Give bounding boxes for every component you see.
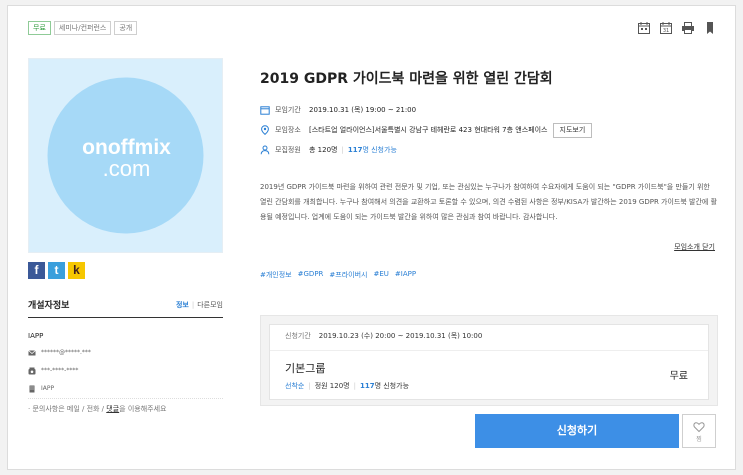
heart-icon (693, 422, 705, 433)
group-name: 기본그룹 (285, 362, 326, 375)
host-email: ******@*****.*** (41, 349, 91, 356)
host-info-link[interactable]: 정보 (176, 301, 189, 309)
event-period-label: 모임기간 (275, 106, 301, 114)
event-capacity-total: 총 120명 (309, 146, 338, 154)
registration-group-card[interactable]: 신청기간 2019.10.23 (수) 20:00 ~ 2019.10.31 (목… (269, 324, 709, 400)
host-divider (28, 398, 223, 399)
print-icon[interactable] (681, 21, 695, 35)
calendar-icon[interactable] (637, 21, 651, 35)
calendar-icon (260, 105, 270, 115)
event-capacity-label: 모집정원 (275, 146, 301, 154)
host-phone-row: ***-****-**** (28, 365, 223, 376)
twitter-share-button[interactable]: t (48, 262, 65, 279)
like-label: 찜 (696, 436, 702, 443)
poster-logo: onoffmix .com (29, 136, 224, 181)
host-phone: ***-****-**** (41, 367, 79, 374)
calendar-31-icon[interactable]: 31 (659, 21, 673, 35)
location-pin-icon (260, 125, 270, 135)
registration-panel: 신청기간 2019.10.23 (수) 20:00 ~ 2019.10.31 (목… (260, 315, 718, 406)
event-period-row: 모임기간 2019.10.31 (목) 19:00 ~ 21:00 (260, 100, 592, 120)
map-view-button[interactable]: 지도보기 (552, 122, 593, 138)
phone-icon (28, 367, 36, 375)
registration-period: 신청기간 2019.10.23 (수) 20:00 ~ 2019.10.31 (목… (285, 332, 483, 340)
event-tags: 무료 세미나/컨퍼런스 공개 (28, 21, 138, 35)
apply-button[interactable]: 신청하기 (475, 414, 679, 448)
group-capacity: 정원 120명 (314, 382, 350, 390)
event-card: 무료 세미나/컨퍼런스 공개 31 onoffmix .com f t k 개설… (7, 5, 736, 470)
event-capacity-available: 117 (347, 146, 363, 154)
host-info: 개설자정보 정보 | 다른모임 IAPP ******@*****.*** ***-… (28, 298, 223, 394)
event-place-row: 모임장소 [스타트업 얼라이언스]서울특별시 강남구 테헤란로 423 현대타워… (260, 120, 593, 140)
group-available: 117 (359, 382, 375, 390)
event-period-value: 2019.10.31 (목) 19:00 ~ 21:00 (309, 106, 417, 114)
poster-logo-sub: .com (102, 156, 151, 181)
event-poster: onoffmix .com (28, 58, 223, 253)
hashtag[interactable]: #IAPP (395, 270, 416, 280)
hashtag[interactable]: #EU (373, 270, 388, 280)
event-info: 모임기간 2019.10.31 (목) 19:00 ~ 21:00 모임장소 [… (260, 100, 593, 160)
event-hashtags: #개인정보 #GDPR #프라이버시 #EU #IAPP (260, 270, 416, 280)
event-capacity-row: 모집정원 총 120명 | 117명 신청가능 (260, 140, 592, 160)
group-order: 선착순 (285, 382, 305, 390)
like-button[interactable]: 찜 (682, 414, 716, 448)
hashtag[interactable]: #프라이버시 (329, 270, 367, 280)
tag-free: 무료 (28, 21, 51, 35)
event-place-label: 모임장소 (275, 126, 301, 134)
hashtag[interactable]: #GDPR (298, 270, 324, 280)
host-org-row: IAPP (28, 383, 223, 394)
event-place-value: [스타트업 얼라이언스]서울특별시 강남구 테헤란로 423 현대타워 7층 앤… (309, 126, 548, 134)
social-share: f t k (28, 262, 85, 279)
host-title: 개설자정보 (28, 301, 70, 311)
event-title: 2019 GDPR 가이드북 마련을 위한 열린 간담회 (260, 71, 553, 87)
host-organization: IAPP (41, 385, 55, 392)
host-contact-note: · 문의사항은 메일 / 전화 / 댓글을 이용해주세요 (28, 405, 167, 413)
facebook-share-button[interactable]: f (28, 262, 45, 279)
mail-icon (28, 349, 36, 357)
person-icon (260, 145, 270, 155)
poster-logo-main: onoffmix (82, 136, 171, 159)
bookmark-icon[interactable] (703, 21, 717, 35)
comment-link[interactable]: 댓글 (106, 405, 119, 413)
host-other-events-link[interactable]: 다른모임 (197, 301, 223, 309)
hashtag[interactable]: #개인정보 (260, 270, 292, 280)
top-actions: 31 (637, 21, 717, 35)
group-price: 무료 (669, 371, 688, 382)
tag-category: 세미나/컨퍼런스 (53, 21, 112, 35)
kakao-share-button[interactable]: k (68, 262, 85, 279)
group-meta: 선착순 | 정원 120명 | 117명 신청가능 (285, 382, 410, 390)
building-icon (28, 385, 36, 393)
host-name: IAPP (28, 332, 44, 340)
host-email-row: ******@*****.*** (28, 347, 223, 358)
tag-public: 공개 (114, 21, 138, 35)
event-description: 2019년 GDPR 가이드북 마련을 위하여 관련 전문가 및 기업, 또는 … (260, 183, 718, 221)
svg-text:31: 31 (663, 28, 669, 34)
collapse-description-link[interactable]: 모임소개 닫기 (674, 242, 715, 252)
